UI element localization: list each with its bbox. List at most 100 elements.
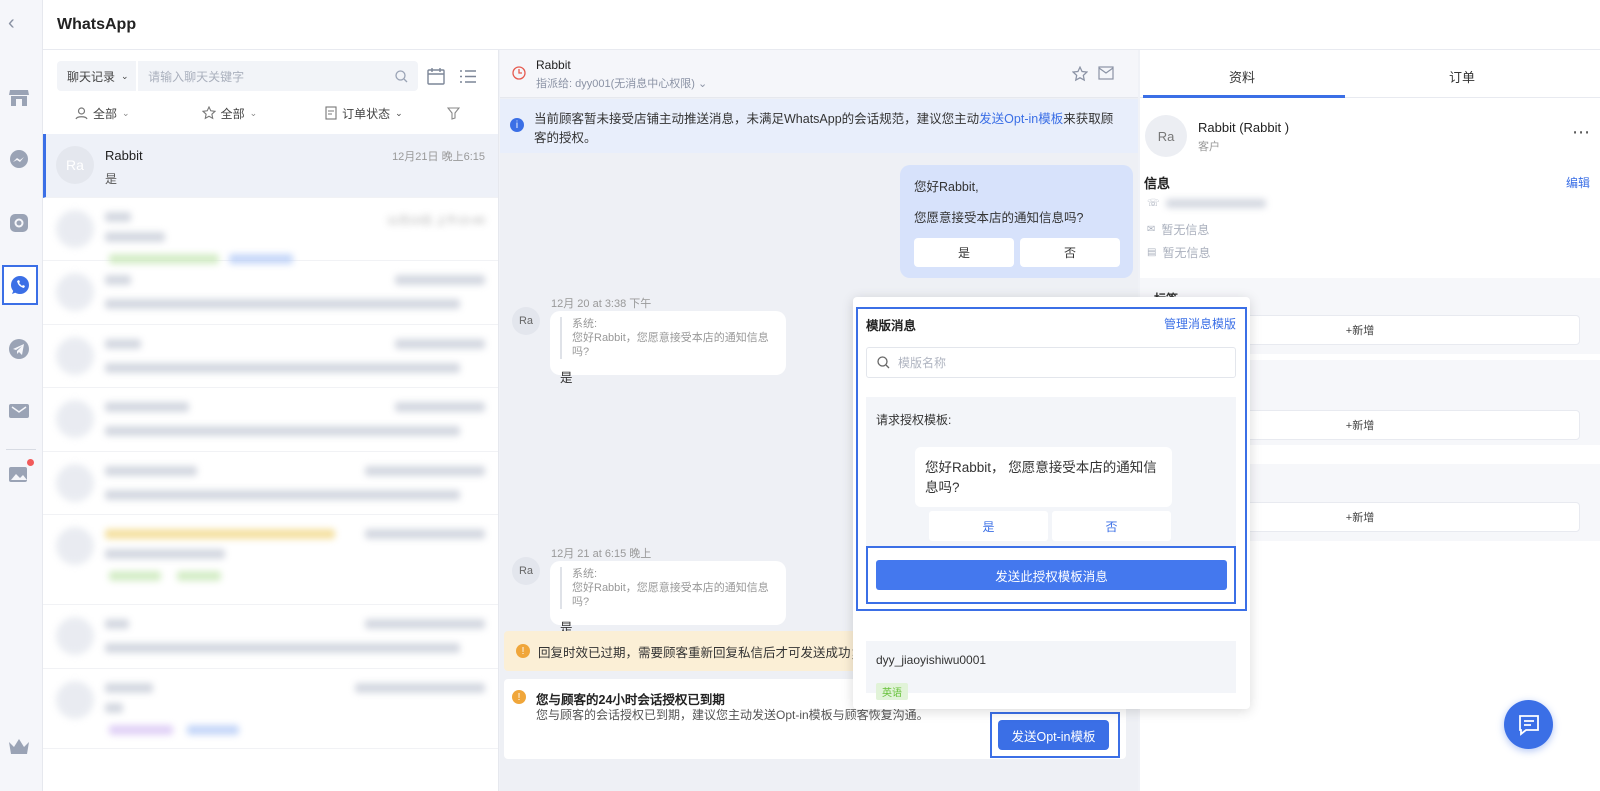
list-item[interactable]: 11月10日 上午10:40: [43, 198, 498, 264]
tab-profile[interactable]: 资料: [1229, 67, 1255, 86]
address-line: ▤ 暂无信息: [1147, 246, 1211, 260]
tab-orders[interactable]: 订单: [1449, 67, 1475, 86]
telegram-icon[interactable]: [4, 334, 34, 364]
mail-icon[interactable]: [1098, 66, 1114, 80]
avatar: Ra: [1145, 115, 1187, 157]
clock-icon: [512, 66, 526, 80]
message-timestamp: 12月 21 at 6:15 晚上: [551, 548, 652, 560]
building-icon: ▤: [1147, 247, 1157, 258]
notification-dot: [27, 459, 34, 466]
warning-icon: !: [512, 690, 526, 704]
template-no-button: 否: [1052, 511, 1171, 541]
store-icon[interactable]: [4, 83, 34, 113]
list-item[interactable]: [43, 605, 498, 669]
avatar: [56, 617, 94, 655]
nav-divider: [6, 449, 36, 450]
star-icon: [201, 106, 216, 120]
filter-row: 全部 ⌄ 全部 ⌄ 订单状态 ⌄: [57, 102, 483, 124]
search-icon: [395, 69, 408, 82]
more-icon[interactable]: ⋯: [1572, 122, 1590, 143]
quoted-message: 系统: 您好Rabbit，您愿意接受本店的通知信息吗?: [560, 567, 776, 609]
profile-name: Rabbit (Rabbit ): [1198, 120, 1290, 135]
chat-contact-name: Rabbit: [536, 58, 571, 72]
avatar: [56, 400, 94, 438]
funnel-filter-icon[interactable]: [446, 106, 460, 120]
sms-icon[interactable]: [4, 397, 34, 427]
list-item[interactable]: [43, 452, 498, 515]
edit-link[interactable]: 编辑: [1566, 174, 1590, 191]
chat-search-input[interactable]: 请输入聊天关键字: [138, 61, 418, 91]
search-row: 聊天记录 ⌄ 请输入聊天关键字: [57, 61, 483, 91]
avatar: [56, 336, 94, 375]
list-item-active[interactable]: Ra Rabbit 12月21日 晚上6:15 是: [43, 134, 498, 198]
calendar-icon[interactable]: [421, 61, 451, 91]
template-item[interactable]: dyy_jiaoyishiwu0001 英语: [866, 641, 1236, 700]
agent-filter[interactable]: 全部 ⌄: [75, 105, 130, 122]
manage-templates-link[interactable]: 管理消息模版: [1164, 315, 1236, 332]
back-arrow-icon[interactable]: ‹: [8, 12, 15, 35]
avatar: [56, 680, 94, 719]
send-auth-template-button[interactable]: 发送此授权模板消息: [876, 560, 1227, 590]
order-icon: [325, 106, 337, 120]
template-name: dyy_jiaoyishiwu0001: [876, 653, 987, 667]
last-message-time: 12月21日 晚上6:15: [392, 151, 485, 163]
top-bar: WhatsApp: [43, 0, 1600, 50]
whatsapp-icon[interactable]: [2, 265, 38, 305]
user-icon: [75, 106, 88, 119]
list-item[interactable]: [43, 388, 498, 452]
scope-select[interactable]: 聊天记录 ⌄: [57, 61, 137, 91]
assigned-agent-select[interactable]: 指派给: dyy001(无消息中心权限) ⌄: [536, 75, 707, 91]
instagram-icon[interactable]: [4, 208, 34, 238]
active-tab-indicator: [1143, 95, 1345, 98]
avatar: Ra: [56, 146, 94, 184]
avatar: [56, 527, 94, 565]
chat-header: Rabbit 指派给: dyy001(无消息中心权限) ⌄: [500, 50, 1138, 98]
search-icon: [877, 356, 890, 369]
warning-icon: !: [516, 644, 530, 658]
phone-line: ☏: [1147, 198, 1266, 209]
template-message-popup: 模版消息 管理消息模版 模版名称 请求授权模板: 您好Rabbit， 您愿意接受…: [853, 297, 1250, 709]
optin-notice: i 当前顾客暂未接受店铺主动推送消息，未满足WhatsApp的会话规范，建议您主…: [500, 99, 1138, 153]
messenger-icon[interactable]: [4, 145, 34, 175]
quick-reply-yes: 是: [914, 238, 1014, 267]
template-section-label: 请求授权模板:: [876, 413, 952, 427]
avatar: Ra: [512, 307, 540, 335]
avatar: [56, 273, 94, 311]
info-section-title: 信息: [1144, 176, 1171, 191]
conversation-list: Ra Rabbit 12月21日 晚上6:15 是 11月10日 上午10:40: [43, 134, 498, 749]
last-message-preview: 是: [105, 172, 118, 186]
support-chat-button[interactable]: [1504, 700, 1553, 749]
conversation-list-panel: 聊天记录 ⌄ 请输入聊天关键字 全部 ⌄ 全部 ⌄ 订单状态 ⌄ Ra Rabb…: [43, 50, 499, 791]
send-optin-button[interactable]: 发送Opt-in模板: [998, 720, 1109, 750]
list-item[interactable]: [43, 325, 498, 388]
list-view-icon[interactable]: [453, 61, 483, 91]
template-preview-bubble: 您好Rabbit， 您愿意接受本店的通知信息吗?: [915, 447, 1172, 507]
avatar: [56, 463, 94, 502]
profile-role: 客户: [1198, 141, 1220, 153]
email-line: ✉ 暂无信息: [1147, 223, 1210, 237]
star-icon[interactable]: [1072, 66, 1088, 82]
message-timestamp: 12月 20 at 3:38 下午: [551, 298, 652, 310]
avatar: [56, 209, 94, 248]
star-filter[interactable]: 全部 ⌄: [201, 105, 257, 122]
chat-bubble-icon: [1518, 714, 1539, 736]
list-item[interactable]: [43, 669, 498, 749]
image-ad-icon[interactable]: [4, 459, 34, 489]
order-status-filter[interactable]: 订单状态 ⌄: [325, 105, 403, 122]
send-optin-link[interactable]: 发送Opt-in模板: [979, 112, 1063, 126]
quoted-message: 系统: 您好Rabbit，您愿意接受本店的通知信息吗?: [560, 317, 776, 359]
language-tag: 英语: [876, 683, 908, 700]
outgoing-template-bubble: 您好Rabbit, 您愿意接受本店的通知信息吗? 是 否: [900, 165, 1133, 278]
template-yes-button: 是: [929, 511, 1048, 541]
crown-icon[interactable]: [4, 732, 34, 762]
quick-reply-no: 否: [1020, 238, 1120, 267]
contact-name: Rabbit: [105, 148, 143, 163]
message-bubble: 系统: 您好Rabbit，您愿意接受本店的通知信息吗? 是: [550, 311, 786, 385]
list-item[interactable]: [43, 261, 498, 325]
list-item[interactable]: [43, 515, 498, 605]
template-search-input[interactable]: 模版名称: [866, 347, 1236, 378]
message-bubble: 系统: 您好Rabbit，您愿意接受本店的通知信息吗? 是: [550, 561, 786, 635]
mail-icon: ✉: [1147, 224, 1156, 235]
popup-title: 模版消息: [866, 319, 917, 333]
profile-tabs: 资料 订单: [1140, 50, 1600, 98]
